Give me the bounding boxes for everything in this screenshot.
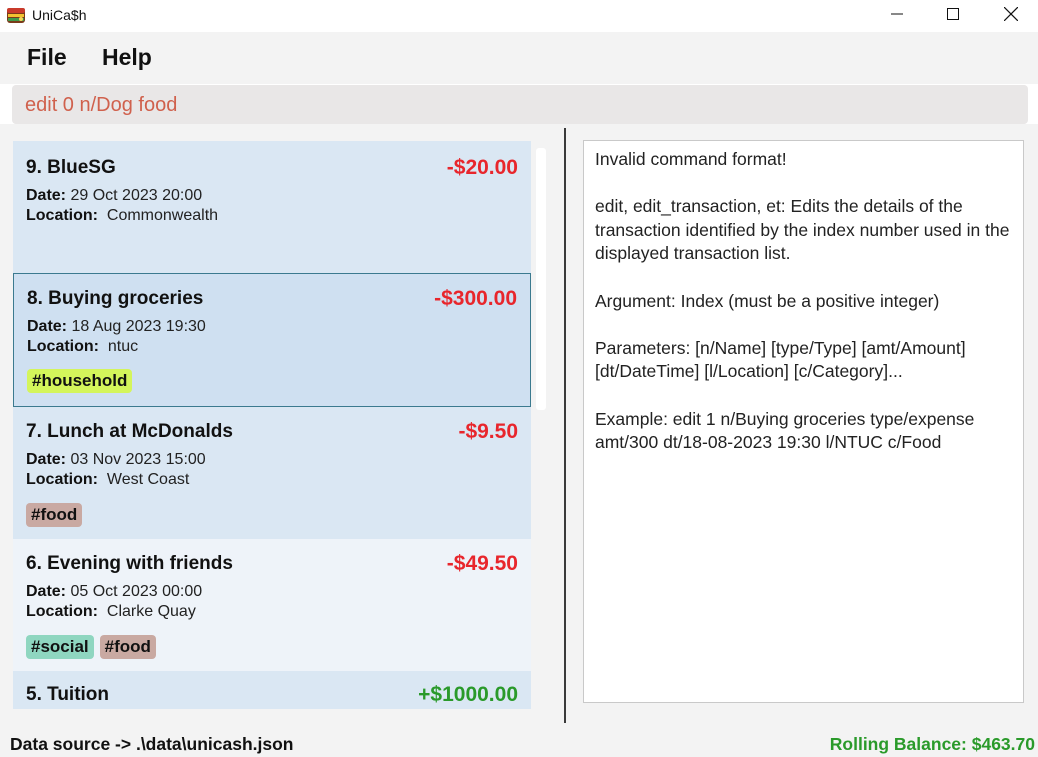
menu-help[interactable]: Help <box>102 44 152 71</box>
location-label: Location: <box>26 603 98 620</box>
transaction-date: Date: 18 Aug 2023 19:30 <box>27 318 206 336</box>
window-title: UniCa$h <box>32 7 87 23</box>
maximize-icon <box>947 7 959 25</box>
date-label: Date: <box>26 583 67 600</box>
date-value: 18 Aug 2023 19:30 <box>71 318 206 335</box>
status-bar: Data source -> .\data\unicash.json Rolli… <box>0 724 1038 757</box>
minimize-button[interactable] <box>874 0 920 32</box>
menu-file[interactable]: File <box>27 44 67 71</box>
tag-household: #household <box>27 369 133 393</box>
transaction-location: Location: Commonwealth <box>26 207 218 225</box>
transaction-card[interactable]: 9. BlueSG -$20.00 Date: 29 Oct 2023 20:0… <box>13 141 531 273</box>
menu-bar: File Help <box>0 32 1038 84</box>
minimize-icon <box>891 7 903 25</box>
tag-list: #household <box>27 369 133 393</box>
date-value: 05 Oct 2023 00:00 <box>70 583 203 600</box>
location-value: ntuc <box>107 338 139 355</box>
title-bar: UniCa$h <box>0 0 1038 32</box>
location-label: Location: <box>27 338 99 355</box>
transaction-title: 5. Tuition <box>26 684 110 705</box>
transaction-card-selected[interactable]: 8. Buying groceries -$300.00 Date: 18 Au… <box>13 273 531 407</box>
date-label: Date: <box>26 187 67 204</box>
result-display[interactable]: Invalid command format! edit, edit_trans… <box>583 140 1024 703</box>
tag-food: #food <box>26 503 83 527</box>
list-scrollbar-thumb[interactable] <box>536 148 546 410</box>
command-input-value: edit 0 n/Dog food <box>25 94 178 116</box>
transaction-title: 7. Lunch at McDonalds <box>26 421 233 442</box>
data-source-path: Data source -> .\data\unicash.json <box>10 734 294 754</box>
transaction-title: 6. Evening with friends <box>26 553 233 574</box>
app-logo-icon <box>6 5 26 25</box>
transaction-title: 8. Buying groceries <box>27 288 204 309</box>
tag-list: #social #food <box>26 635 156 659</box>
maximize-button[interactable] <box>930 0 976 32</box>
transaction-amount: -$49.50 <box>446 552 518 575</box>
location-label: Location: <box>26 471 98 488</box>
transaction-location: Location: West Coast <box>26 471 189 489</box>
tag-food: #food <box>99 635 156 659</box>
location-value: Clarke Quay <box>106 603 196 620</box>
date-label: Date: <box>27 318 68 335</box>
result-message: Invalid command format! edit, edit_trans… <box>595 149 1010 453</box>
transaction-date: Date: 29 Oct 2023 20:00 <box>26 187 202 205</box>
transaction-amount: +$1000.00 <box>418 683 518 706</box>
location-label: Location: <box>26 207 98 224</box>
transaction-card[interactable]: 7. Lunch at McDonalds -$9.50 Date: 03 No… <box>13 407 531 539</box>
transaction-amount: -$20.00 <box>446 156 518 179</box>
transaction-list[interactable]: 9. BlueSG -$20.00 Date: 29 Oct 2023 20:0… <box>13 141 531 709</box>
close-icon <box>1003 6 1019 26</box>
transaction-title: 9. BlueSG <box>26 157 116 178</box>
transaction-card[interactable]: 6. Evening with friends -$49.50 Date: 05… <box>13 539 531 671</box>
transaction-location: Location: ntuc <box>27 338 138 356</box>
tag-social: #social <box>26 635 94 659</box>
date-label: Date: <box>26 451 67 468</box>
location-value: West Coast <box>106 471 190 488</box>
transaction-location: Location: Clarke Quay <box>26 603 196 621</box>
date-value: 03 Nov 2023 15:00 <box>70 451 206 468</box>
command-input[interactable]: edit 0 n/Dog food <box>12 85 1028 124</box>
transaction-date: Date: 03 Nov 2023 15:00 <box>26 451 206 469</box>
transaction-amount: -$300.00 <box>434 287 517 310</box>
rolling-balance: Rolling Balance: $463.70 <box>829 734 1035 754</box>
transaction-amount: -$9.50 <box>458 420 518 443</box>
split-pane-divider[interactable] <box>564 128 566 723</box>
transaction-date: Date: 05 Oct 2023 00:00 <box>26 583 202 601</box>
close-button[interactable] <box>988 0 1034 32</box>
location-value: Commonwealth <box>106 207 219 224</box>
tag-list: #food <box>26 503 83 527</box>
transaction-card[interactable]: 5. Tuition +$1000.00 <box>13 671 531 709</box>
date-value: 29 Oct 2023 20:00 <box>70 187 203 204</box>
